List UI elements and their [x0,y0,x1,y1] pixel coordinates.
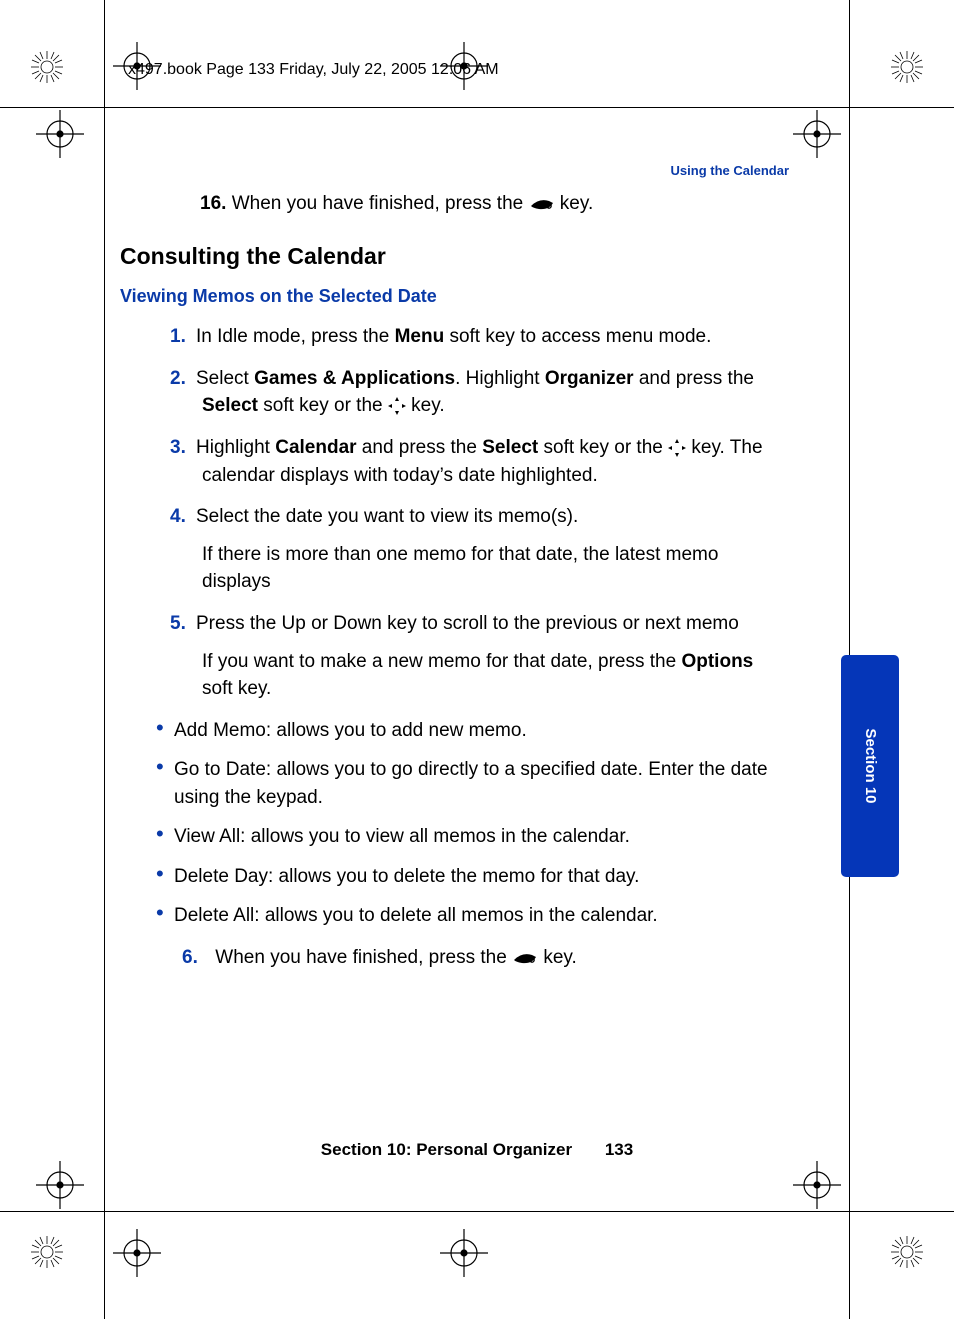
step: 4.Select the date you want to view its m… [202,503,789,596]
step-number: 16. [200,193,226,214]
section-subhead: Viewing Memos on the Selected Date [120,283,789,309]
page-body: 16. When you have finished, press the ke… [120,190,789,972]
crosshair-icon [36,110,84,158]
nav-key-icon [668,434,686,462]
register-mark-icon [890,50,924,84]
step-text: When you have finished, press the [232,193,529,214]
bold-term: Organizer [545,368,634,389]
step: 3.Highlight Calendar and press the Selec… [202,434,789,489]
footer-label: Section 10: Personal Organizer [321,1140,572,1159]
list-item: Delete All: allows you to delete all mem… [156,902,789,930]
end-key-icon [529,190,555,218]
ordered-steps: 1.In Idle mode, press the Menu soft key … [202,323,789,702]
crosshair-icon [793,1161,841,1209]
crosshair-icon [793,110,841,158]
step: 1.In Idle mode, press the Menu soft key … [202,323,789,351]
step-number: 5. [170,610,196,638]
section-title: Consulting the Calendar [120,240,789,273]
step-subtext: If you want to make a new memo for that … [202,648,789,703]
running-header: Using the Calendar [671,162,789,181]
crosshair-icon [440,1229,488,1277]
list-item: Add Memo: allows you to add new memo. [156,717,789,745]
page-footer: Section 10: Personal Organizer 133 [0,1138,954,1163]
list-item: View All: allows you to view all memos i… [156,823,789,851]
step-text: Select the date you want to view its mem… [196,506,578,527]
crop-line [0,1211,954,1212]
crop-line [0,107,954,108]
bold-term: Menu [395,326,445,347]
step-6: 6. When you have finished, press the key… [216,944,789,972]
register-mark-icon [30,1235,64,1269]
step-number: 4. [170,503,196,531]
bold-term: Select [482,437,538,458]
section-tab-label: Section 10 [859,728,881,803]
meta-line: x497.book Page 133 Friday, July 22, 2005… [128,58,499,81]
step-text: key. [543,947,576,968]
register-mark-icon [890,1235,924,1269]
register-mark-icon [30,50,64,84]
step-number: 1. [170,323,196,351]
end-key-icon [512,944,538,972]
nav-key-icon [388,392,406,420]
bold-term: Select [202,395,258,416]
step-text: In Idle mode, press the Menu soft key to… [196,326,711,347]
step: 5.Press the Up or Down key to scroll to … [202,610,789,703]
step-number: 2. [170,365,196,393]
step-16: 16. When you have finished, press the ke… [200,190,789,218]
step-text: Select Games & Applications. Highlight O… [196,368,754,417]
step: 2.Select Games & Applications. Highlight… [202,365,789,420]
step-number: 3. [170,434,196,462]
crop-line [104,0,105,1319]
step-text: Highlight Calendar and press the Select … [196,437,763,486]
step-text: Press the Up or Down key to scroll to th… [196,613,739,634]
step-subtext: If there is more than one memo for that … [202,541,789,596]
step-number: 6. [182,944,210,972]
bold-term: Options [681,651,753,672]
bullet-list: Add Memo: allows you to add new memo. Go … [156,717,789,930]
step-text: When you have finished, press the [215,947,512,968]
list-item: Delete Day: allows you to delete the mem… [156,863,789,891]
crosshair-icon [36,1161,84,1209]
step-text: key. [560,193,593,214]
list-item: Go to Date: allows you to go directly to… [156,756,789,811]
section-tab: Section 10 [841,655,899,877]
bold-term: Games & Applications [254,368,455,389]
page-number: 133 [605,1140,633,1159]
bold-term: Calendar [275,437,356,458]
crosshair-icon [113,1229,161,1277]
